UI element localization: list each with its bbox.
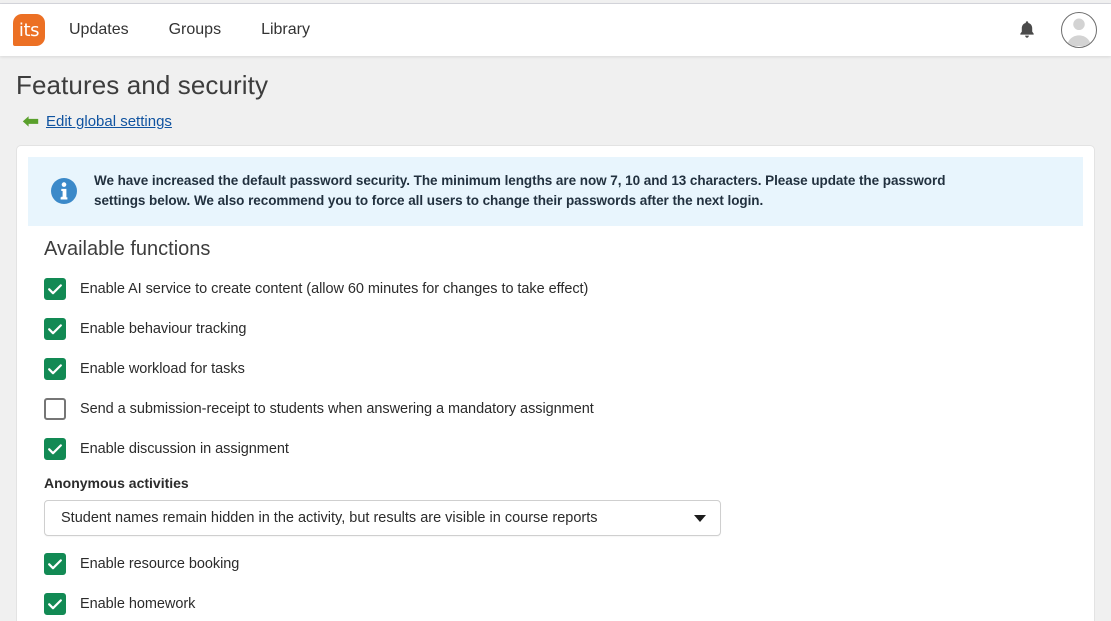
main-navigation: Updates Groups Library [69,15,310,45]
check-icon [48,364,62,375]
page-body: Features and security Edit global settin… [0,56,1111,621]
anonymous-activities-select[interactable]: Student names remain hidden in the activ… [44,500,721,536]
checkbox-label: Enable AI service to create content (all… [80,281,588,297]
settings-card: We have increased the default password s… [16,145,1095,621]
check-icon [48,444,62,455]
checkbox-box[interactable] [44,278,66,300]
checkbox-enable-resource-booking[interactable]: Enable resource booking [44,544,1074,584]
info-banner-line-2: settings below. We also recommend you to… [94,191,945,211]
its-logo[interactable]: its [13,14,45,46]
nav-item-library[interactable]: Library [261,15,310,45]
check-icon [48,324,62,335]
checkbox-label: Enable resource booking [80,556,239,572]
options-list: Enable AI service to create content (all… [44,269,1074,621]
bell-icon [1018,20,1036,40]
checkbox-label: Enable discussion in assignment [80,441,289,457]
anonymous-activities-label: Anonymous activities [44,475,1074,491]
check-icon [48,599,62,610]
checkbox-box[interactable] [44,318,66,340]
anonymous-activities-value: Student names remain hidden in the activ… [61,510,686,526]
info-banner-text: We have increased the default password s… [94,171,945,211]
info-banner: We have increased the default password s… [28,157,1083,226]
anonymous-activities-field: Anonymous activities Student names remai… [44,475,1074,536]
check-icon [48,559,62,570]
info-circle-icon [50,177,78,205]
page-title: Features and security [0,56,1111,101]
checkbox-enable-homework[interactable]: Enable homework [44,584,1074,621]
checkbox-enable-behaviour-tracking[interactable]: Enable behaviour tracking [44,309,1074,349]
checkbox-box[interactable] [44,593,66,615]
info-banner-line-1: We have increased the default password s… [94,171,945,191]
user-avatar-icon [1062,12,1096,47]
checkbox-label: Enable homework [80,596,195,612]
section-title-available-functions: Available functions [44,238,210,261]
notifications-button[interactable] [1012,15,1042,45]
checkbox-box[interactable] [44,553,66,575]
check-icon [48,284,62,295]
checkbox-enable-ai-service[interactable]: Enable AI service to create content (all… [44,269,1074,309]
arrow-left-icon [22,115,39,128]
breadcrumb: Edit global settings [0,101,1111,130]
checkbox-label: Enable behaviour tracking [80,321,246,337]
checkbox-send-submission-receipt[interactable]: Send a submission-receipt to students wh… [44,389,1074,429]
checkbox-enable-workload-for-tasks[interactable]: Enable workload for tasks [44,349,1074,389]
checkbox-box[interactable] [44,398,66,420]
checkbox-label: Send a submission-receipt to students wh… [80,401,594,417]
nav-item-groups[interactable]: Groups [169,15,221,45]
chevron-down-icon [694,515,706,522]
checkbox-box[interactable] [44,438,66,460]
logo-text: its [19,20,39,41]
edit-global-settings-link[interactable]: Edit global settings [46,113,172,130]
app-header: its Updates Groups Library [0,4,1111,56]
spacer [44,536,1074,544]
user-avatar[interactable] [1061,12,1097,48]
checkbox-label: Enable workload for tasks [80,361,245,377]
checkbox-enable-discussion-in-assignment[interactable]: Enable discussion in assignment [44,429,1074,469]
nav-item-updates[interactable]: Updates [69,15,129,45]
checkbox-box[interactable] [44,358,66,380]
